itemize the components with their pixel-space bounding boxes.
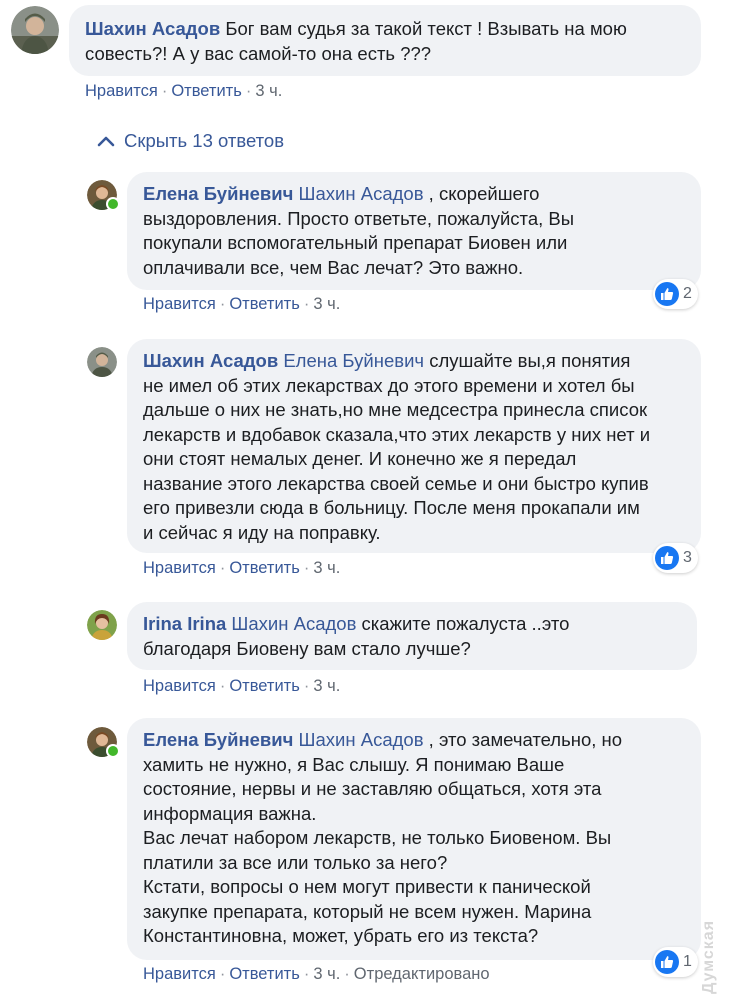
reaction-count-value: 1 (683, 953, 692, 970)
comment-text-line: Вас лечат набором лекарств, не только Би… (143, 827, 612, 848)
comment-text-line: и сейчас я иду на поправку. (143, 521, 381, 543)
comment-actions: Нравится · Ответить · 3 ч. (85, 82, 282, 101)
reaction-count-value: 3 (683, 549, 692, 566)
comment-bubble: Елена Буйневич Шахин Асадов , скорейшего… (127, 172, 701, 290)
comment-text-line: закупке препарата, который не всем нужен… (143, 900, 592, 922)
comment-time[interactable]: 3 ч. (313, 295, 340, 313)
reply-link[interactable]: Ответить (229, 965, 300, 983)
separator: · (303, 677, 310, 695)
comment-text-line: оплачивали все, чем Вас лечат? Это важно… (143, 256, 524, 278)
avatar[interactable] (11, 6, 59, 54)
comment-text-line: Бог вам судья за такой текст ! Взывать н… (225, 18, 627, 39)
comment-text-line: лекарств и вдобавок сказала,что этих лек… (143, 423, 651, 445)
comment-author[interactable]: Шахин Асадов (143, 350, 278, 371)
chevron-up-icon (97, 136, 115, 147)
avatar[interactable] (87, 180, 120, 211)
comment-text-line: Константиновна, может, убрать его из тек… (143, 925, 539, 946)
separator: · (303, 965, 310, 983)
mention-link[interactable]: Шахин Асадов (231, 613, 356, 634)
comment-bubble: Шахин Асадов Елена Буйневич слушайте вы,… (127, 339, 701, 553)
separator: · (303, 559, 310, 577)
comment-time[interactable]: 3 ч. (313, 965, 340, 983)
mention-link[interactable]: Шахин Асадов (299, 183, 424, 204)
avatar[interactable] (87, 347, 117, 377)
comment-text-line: состояние, нервы и не заставляю общаться… (143, 778, 602, 799)
like-link[interactable]: Нравится (143, 965, 216, 983)
online-status-dot (106, 744, 120, 758)
reaction-count[interactable]: 2 (653, 279, 698, 309)
like-link[interactable]: Нравится (85, 82, 158, 100)
comment-actions: Нравится · Ответить · 3 ч. (143, 295, 340, 314)
mention-link[interactable]: Шахин Асадов (299, 729, 424, 750)
mention-link[interactable]: Елена Буйневич (283, 350, 424, 371)
reaction-count-value: 2 (683, 285, 692, 302)
comment-actions: Нравится · Ответить · 3 ч. (143, 559, 340, 578)
comment-text-line: они стоят немалых денег. И конечно же я … (143, 448, 577, 469)
comment-text-line: , это замечательно, но (428, 729, 623, 750)
like-icon (655, 282, 679, 306)
avatar[interactable] (87, 610, 117, 640)
separator: · (161, 82, 168, 100)
reply-link[interactable]: Ответить (229, 559, 300, 577)
comment-text-line: Кстати, вопросы о нем могут привести к п… (143, 876, 591, 897)
comment-author[interactable]: Елена Буйневич (143, 183, 293, 204)
hide-replies-button[interactable]: Скрыть 13 ответов (96, 130, 284, 152)
reaction-count[interactable]: 1 (653, 947, 698, 977)
comment-author[interactable]: Елена Буйневич (143, 729, 293, 750)
comment-text-line: благодаря Биовену вам стало лучше? (143, 637, 471, 659)
like-link[interactable]: Нравится (143, 559, 216, 577)
comment-text-line: совесть?! А у вас самой-то она есть ??? (85, 42, 432, 64)
comment-bubble: Шахин Асадов Бог вам судья за такой текс… (69, 5, 701, 76)
comment-author[interactable]: Irina Irina (143, 613, 226, 634)
comment-author[interactable]: Шахин Асадов (85, 18, 220, 39)
like-link[interactable]: Нравится (143, 295, 216, 313)
comment-text-line: , скорейшего (428, 183, 540, 204)
comment-time[interactable]: 3 ч. (313, 677, 340, 695)
like-icon (655, 950, 679, 974)
comment-time[interactable]: 3 ч. (313, 559, 340, 577)
avatar[interactable] (87, 727, 120, 758)
avatar-image (87, 347, 117, 377)
online-status-dot (106, 197, 120, 211)
separator: · (245, 82, 252, 100)
comment-text-line: информация важна. (143, 802, 317, 824)
separator: · (219, 559, 226, 577)
comment-text-line: покупали вспомогательный препарат Биовен… (143, 232, 568, 253)
comment-text-line: дальше о них не знать,но мне медсестра п… (143, 399, 648, 420)
watermark: Думская (700, 919, 717, 994)
reaction-count[interactable]: 3 (653, 543, 698, 573)
hide-replies-label: Скрыть 13 ответов (124, 130, 285, 151)
reply-link[interactable]: Ответить (171, 82, 242, 100)
edited-label[interactable]: Отредактировано (354, 965, 490, 983)
separator: · (219, 295, 226, 313)
separator: · (219, 677, 226, 695)
comment-bubble: Irina Irina Шахин Асадов скажите пожалус… (127, 602, 697, 670)
like-link[interactable]: Нравится (143, 677, 216, 695)
comment-bubble: Елена Буйневич Шахин Асадов , это замеча… (127, 718, 701, 960)
comment-text-line: не имел об этих лекарствах до этого врем… (143, 374, 635, 396)
comment-text-line: слушайте вы,я понятия (429, 350, 631, 371)
separator: · (303, 295, 310, 313)
comment-text-line: платили за все или только за него? (143, 851, 448, 873)
reply-link[interactable]: Ответить (229, 295, 300, 313)
reply-link[interactable]: Ответить (229, 677, 300, 695)
avatar-image (11, 6, 59, 54)
comment-text-line: выздоровления. Просто ответьте, пожалуйс… (143, 207, 575, 229)
comment-text-line: его привезли сюда в больницу. После меня… (143, 497, 640, 518)
like-icon (655, 546, 679, 570)
comment-actions: Нравится · Ответить · 3 ч. · Отредактировано (143, 965, 490, 984)
comment-time[interactable]: 3 ч. (255, 82, 282, 100)
comment-text-line: хамить не нужно, я Вас слышу. Я понимаю … (143, 753, 565, 775)
separator: · (219, 965, 226, 983)
comment-text-line: название этого лекарства своей семье и о… (143, 472, 649, 494)
avatar-image (87, 610, 117, 640)
comment-text-line: скажите пожалуста ..это (361, 613, 570, 634)
comment-actions: Нравится · Ответить · 3 ч. (143, 677, 340, 696)
separator: · (344, 965, 350, 983)
